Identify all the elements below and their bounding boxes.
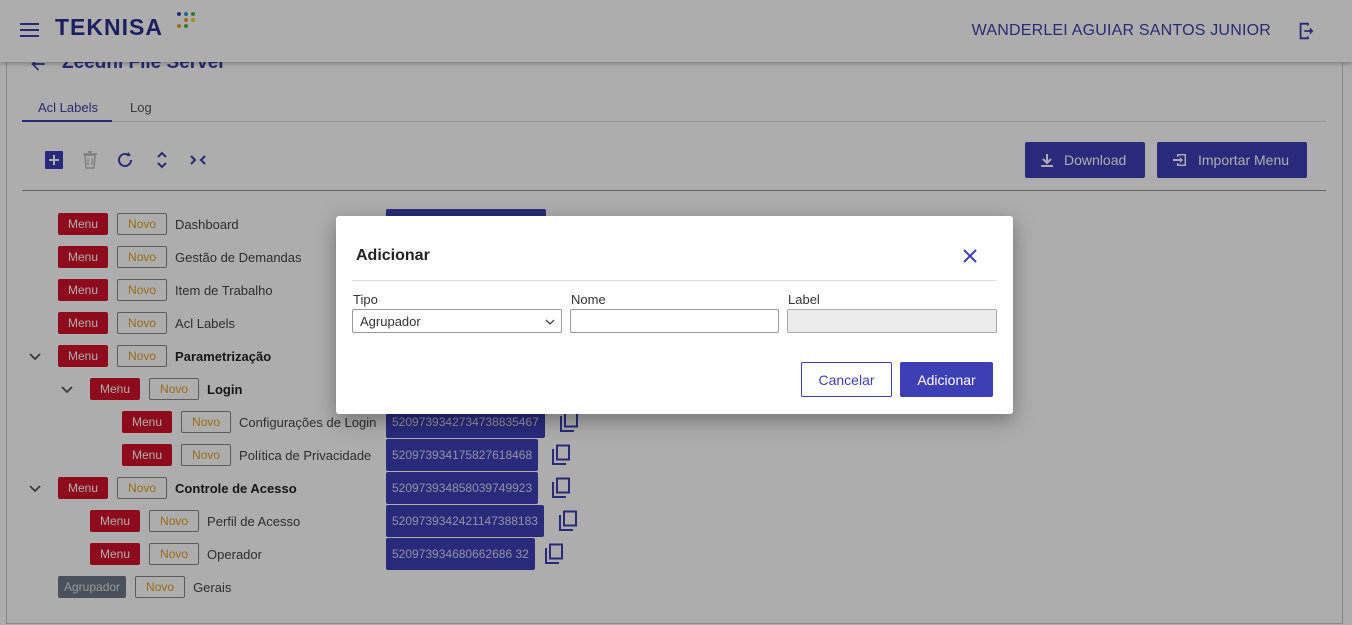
label-input[interactable] [787, 309, 997, 333]
cancel-button[interactable]: Cancelar [801, 362, 892, 397]
label-label: Label [788, 292, 820, 307]
nome-label: Nome [571, 292, 606, 307]
tipo-select[interactable]: Agrupador [352, 309, 562, 333]
tipo-label: Tipo [353, 292, 378, 307]
chevron-down-icon [545, 319, 555, 325]
add-dialog: Adicionar Tipo Agrupador Nome Label Canc… [336, 216, 1013, 414]
add-button[interactable]: Adicionar [900, 362, 993, 397]
dialog-title: Adicionar [356, 247, 430, 264]
nome-input[interactable] [570, 309, 779, 333]
dialog-divider [352, 280, 997, 281]
tipo-selected-value: Agrupador [360, 313, 421, 329]
close-icon[interactable] [961, 247, 979, 265]
